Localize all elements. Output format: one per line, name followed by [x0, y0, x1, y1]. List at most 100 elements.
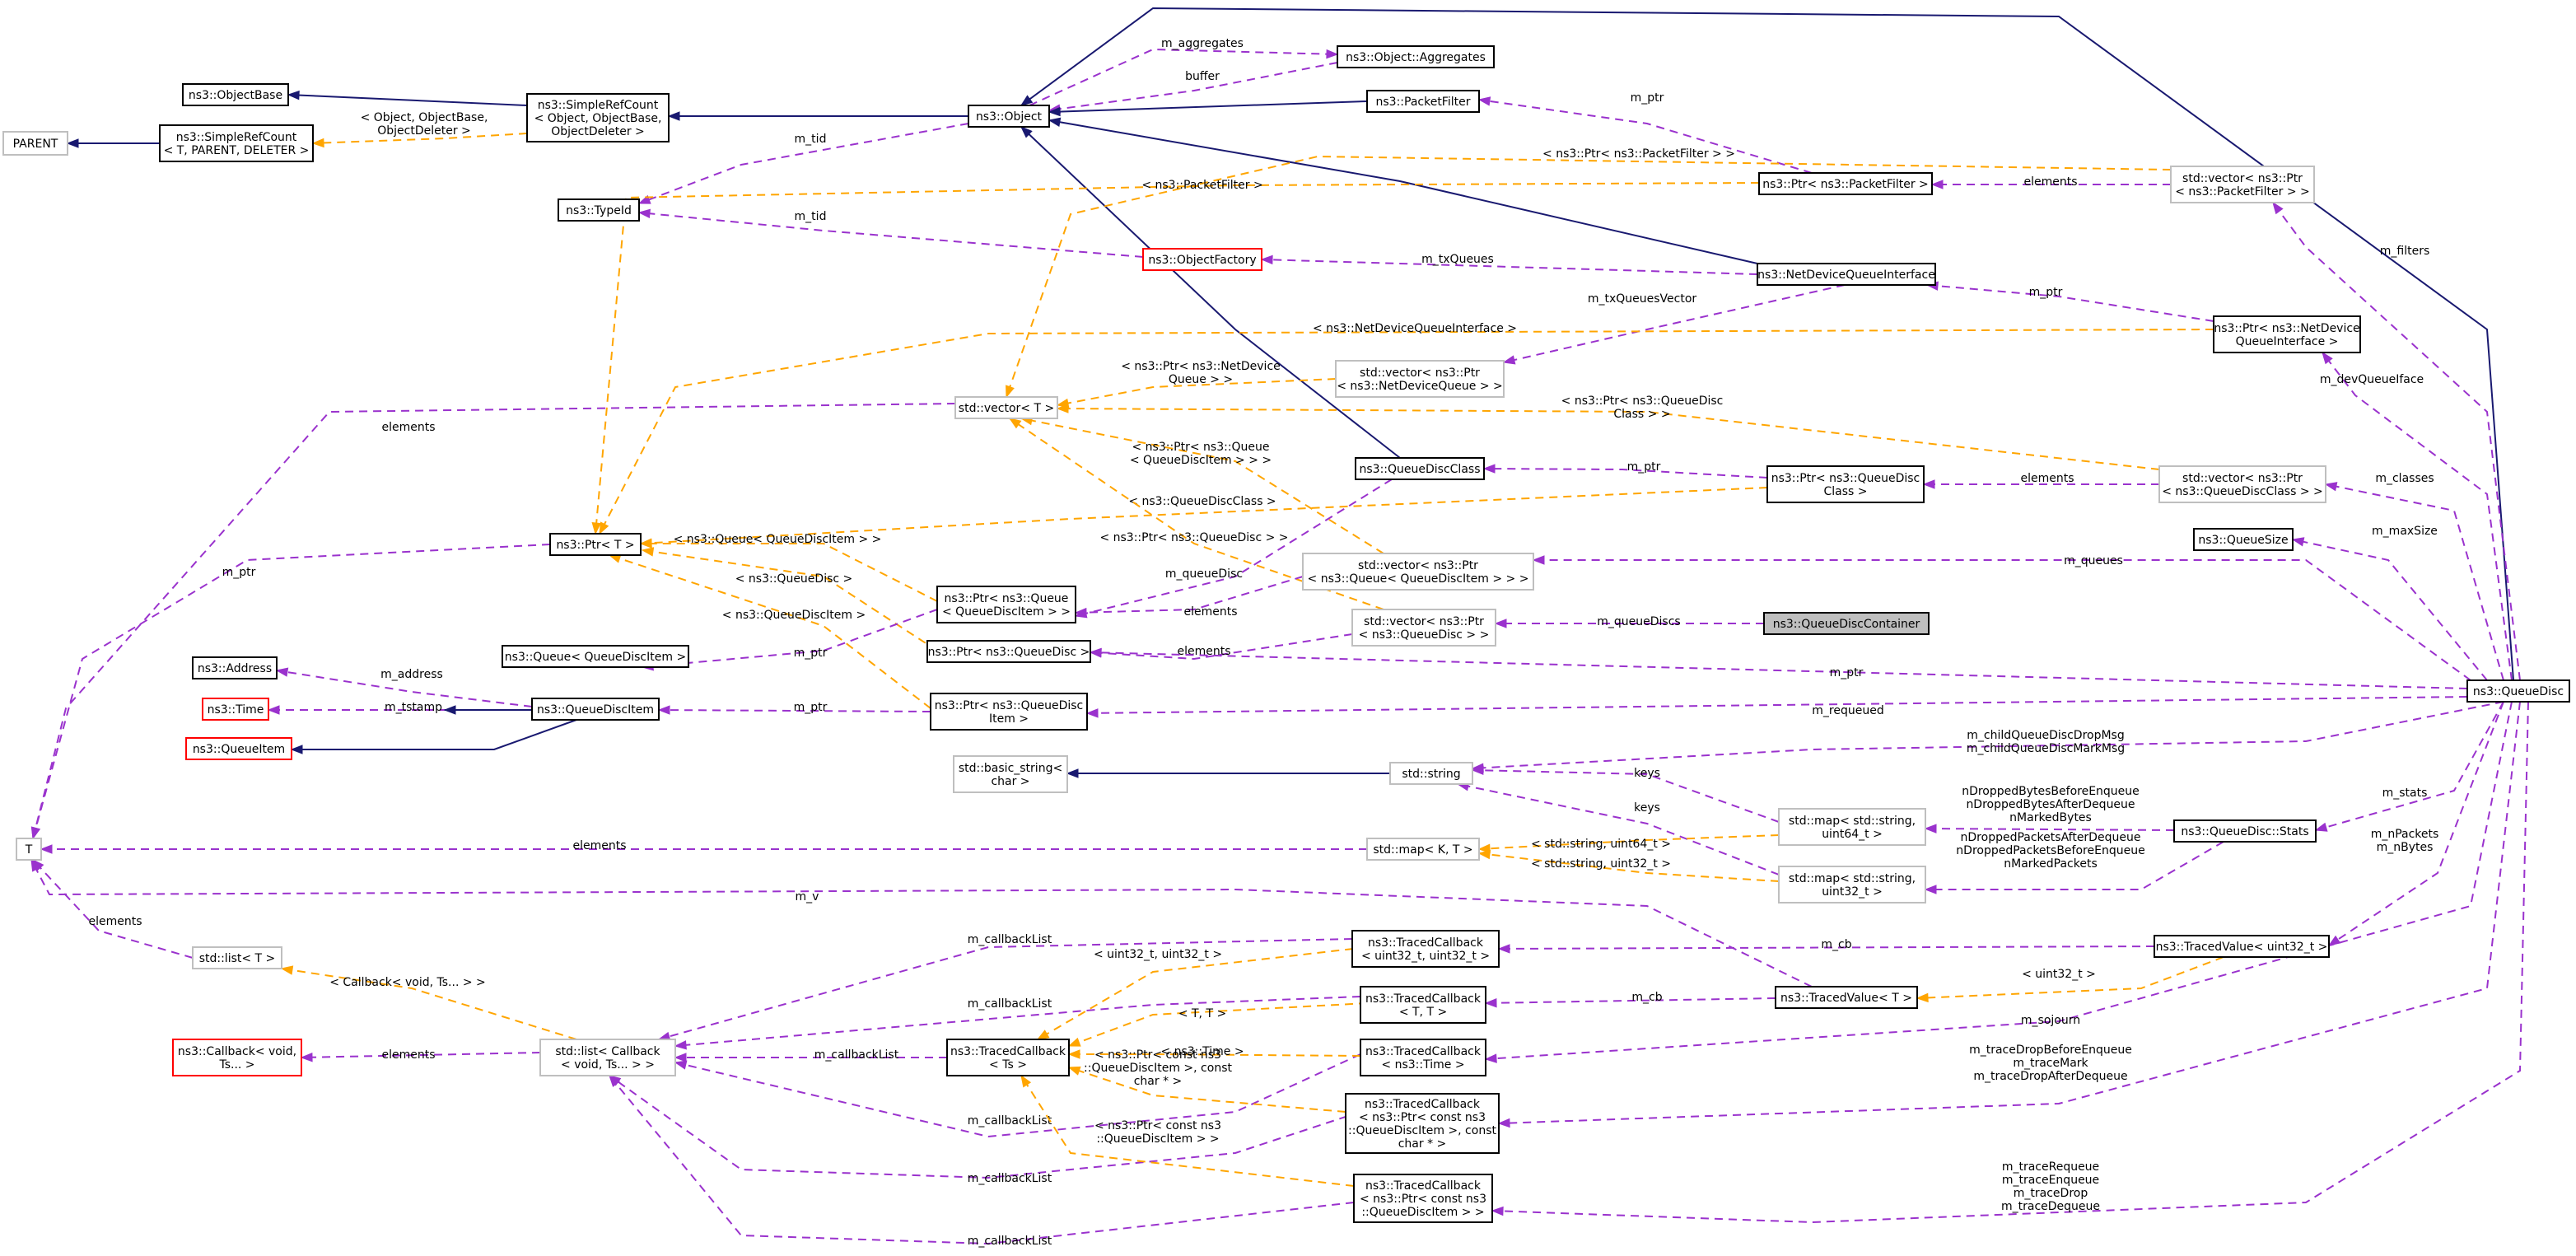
- edge-label: m_maxSize: [2372, 525, 2438, 538]
- class-node-netdeviceqi[interactable]: ns3::NetDeviceQueueInterface: [1757, 263, 1936, 286]
- edge-label: elements: [2023, 175, 2077, 189]
- edge-e52: m_v: [30, 858, 1813, 988]
- class-node-ptrQueue[interactable]: ns3::Ptr< ns3::Queue< QueueDiscItem > >: [936, 586, 1076, 623]
- edge-label: m_cb: [1821, 938, 1851, 951]
- class-node-vecPtrNdq[interactable]: std::vector< ns3::Ptr< ns3::NetDeviceQue…: [1335, 360, 1505, 398]
- node-label: ::QueueDiscItem > >: [1361, 1206, 1484, 1219]
- class-node-vectorT[interactable]: std::vector< T >: [954, 396, 1058, 419]
- arrowhead-icon: [1006, 385, 1015, 399]
- edge-line: [2328, 701, 2504, 946]
- class-node-objectbase[interactable]: ns3::ObjectBase: [182, 83, 289, 106]
- class-node-srcObj[interactable]: ns3::SimpleRefCount< Object, ObjectBase,…: [526, 93, 670, 142]
- class-node-queuediscitem[interactable]: ns3::QueueDiscItem: [531, 698, 660, 721]
- class-node-queuedisc[interactable]: ns3::QueueDisc: [2466, 679, 2570, 703]
- class-node-queueitem[interactable]: ns3::QueueItem: [185, 737, 292, 760]
- class-node-queueQdi[interactable]: ns3::Queue< QueueDiscItem >: [502, 645, 689, 668]
- edge-line: [658, 938, 1353, 1040]
- edge-e24: elements: [1922, 472, 2159, 489]
- edge-label: m_filters: [2380, 245, 2430, 258]
- class-node-tracedvalueU32[interactable]: ns3::TracedValue< uint32_t >: [2154, 935, 2330, 958]
- class-node-vecPtrPacketFilter[interactable]: std::vector< ns3::Ptr< ns3::PacketFilter…: [2170, 166, 2315, 203]
- class-node-object[interactable]: ns3::Object: [968, 105, 1050, 128]
- edge-label: < ns3::Ptr< ns3::QueueDisc > >: [1099, 531, 1288, 544]
- arrowhead-icon: [1067, 1037, 1081, 1047]
- class-node-tracedvalueT[interactable]: ns3::TracedValue< T >: [1775, 986, 1918, 1009]
- class-node-tcTT[interactable]: ns3::TracedCallback< T, T >: [1360, 986, 1486, 1024]
- class-node-vecPtrQdc[interactable]: std::vector< ns3::Ptr< ns3::QueueDiscCla…: [2158, 465, 2326, 503]
- edge-label: < std::string, uint64_t >: [1531, 838, 1671, 851]
- arrowhead-icon: [1502, 355, 1516, 365]
- edge-e77: m_stats: [2314, 701, 2504, 832]
- edge-label: m_callbackList: [968, 1235, 1052, 1248]
- arrowhead-icon: [1326, 49, 1339, 59]
- node-label: < ns3::Time >: [1381, 1058, 1464, 1072]
- arrowhead-icon: [280, 965, 294, 975]
- class-node-parent[interactable]: PARENT: [2, 131, 68, 156]
- node-label: < Object, ObjectBase,: [534, 112, 662, 125]
- class-node-typeid[interactable]: ns3::TypeId: [558, 198, 640, 222]
- node-label: ns3::Ptr< ns3::Queue: [945, 592, 1069, 605]
- class-node-qdcontainer[interactable]: ns3::QueueDiscContainer: [1763, 612, 1930, 635]
- class-node-objectfactory[interactable]: ns3::ObjectFactory: [1142, 248, 1262, 271]
- class-node-ptrQd[interactable]: ns3::Ptr< ns3::QueueDisc >: [926, 640, 1091, 663]
- class-node-ptrQdi[interactable]: ns3::Ptr< ns3::QueueDiscItem >: [930, 693, 1088, 731]
- class-node-vecPtrQueue[interactable]: std::vector< ns3::Ptr< ns3::Queue< Queue…: [1302, 553, 1534, 591]
- class-node-basicstring[interactable]: std::basic_string<char >: [953, 755, 1068, 793]
- class-node-tcU32[interactable]: ns3::TracedCallback< uint32_t, uint32_t …: [1351, 930, 1500, 968]
- edge-line: [1048, 119, 1758, 264]
- edge-label: m_stats: [2382, 787, 2428, 800]
- class-node-listT[interactable]: std::list< T >: [192, 946, 282, 969]
- arrowhead-icon: [1477, 96, 1491, 106]
- class-node-callback[interactable]: ns3::Callback< void,Ts... >: [172, 1039, 302, 1076]
- class-node-queuediscclass[interactable]: ns3::QueueDiscClass: [1355, 457, 1485, 480]
- edge-e63: m_callbackList: [608, 1075, 1361, 1185]
- class-node-tcQdiChar[interactable]: ns3::TracedCallback< ns3::Ptr< const ns3…: [1345, 1093, 1500, 1154]
- node-label: ns3::TracedCallback: [1365, 992, 1482, 1006]
- class-node-ptrNdqi[interactable]: ns3::Ptr< ns3::NetDeviceQueueInterface >: [2213, 315, 2361, 353]
- class-node-address[interactable]: ns3::Address: [192, 656, 278, 679]
- edge-label: m_ptr: [794, 647, 828, 660]
- class-node-srcT[interactable]: ns3::SimpleRefCount< T, PARENT, DELETER …: [159, 124, 314, 162]
- node-label: std::vector< ns3::Ptr: [1364, 615, 1484, 628]
- edge-e29: < ns3::QueueDisc >: [641, 547, 938, 651]
- edge-label: nMarkedBytes: [2009, 811, 2092, 824]
- arrowhead-icon: [637, 208, 651, 219]
- class-node-vecPtrQd[interactable]: std::vector< ns3::Ptr< ns3::QueueDisc > …: [1351, 609, 1496, 647]
- edge-e27: m_ptr: [31, 544, 551, 840]
- class-node-ptrQdc[interactable]: ns3::Ptr< ns3::QueueDiscClass >: [1766, 465, 1925, 503]
- class-node-stdstring[interactable]: std::string: [1389, 762, 1473, 785]
- node-label: ns3::Ptr< ns3::PacketFilter >: [1762, 178, 1929, 191]
- node-label: ns3::Ptr< ns3::NetDevice: [2214, 322, 2359, 335]
- class-node-tcQdi[interactable]: ns3::TracedCallback< ns3::Ptr< const ns3…: [1353, 1174, 1493, 1223]
- arrowhead-icon: [674, 1053, 687, 1062]
- edge-label: < uint32_t, uint32_t >: [1094, 948, 1222, 961]
- class-node-tcTime[interactable]: ns3::TracedCallback< ns3::Time >: [1360, 1039, 1486, 1076]
- class-node-ptrT[interactable]: ns3::Ptr< T >: [549, 533, 642, 556]
- class-node-packetfilter[interactable]: ns3::PacketFilter: [1366, 90, 1480, 113]
- edge-label: m_txQueues: [1421, 253, 1494, 266]
- class-node-listCallback[interactable]: std::list< Callback< void, Ts... > >: [539, 1039, 676, 1076]
- edge-label: < ns3::Ptr< ns3::NetDevice: [1121, 360, 1281, 373]
- class-node-ptrPacketFilter[interactable]: ns3::Ptr< ns3::PacketFilter >: [1758, 172, 1933, 195]
- edge-label: m_queueDiscs: [1597, 615, 1680, 628]
- class-node-aggregates[interactable]: ns3::Object::Aggregates: [1337, 45, 1495, 68]
- edge-e19: m_ptr: [1925, 281, 2214, 322]
- edge-e17: m_txQueues: [1260, 253, 1758, 275]
- edge-e44: [1066, 768, 1390, 778]
- edge-line: [1485, 997, 1776, 1004]
- class-node-stats[interactable]: ns3::QueueDisc::Stats: [2173, 819, 2317, 843]
- node-label: < ns3::NetDeviceQueue > >: [1337, 380, 1503, 393]
- node-label: ns3::ObjectBase: [189, 89, 282, 102]
- edge-line: [1090, 651, 2468, 689]
- node-label: ns3::Address: [198, 662, 272, 675]
- class-node-mapU64[interactable]: std::map< std::string,uint64_t >: [1778, 808, 1926, 846]
- class-node-time[interactable]: ns3::Time: [202, 698, 269, 721]
- class-node-mapU32[interactable]: std::map< std::string,uint32_t >: [1778, 866, 1926, 903]
- edge-label: m_traceDrop: [2014, 1187, 2088, 1200]
- edge-label: m_v: [796, 890, 819, 903]
- class-node-T[interactable]: T: [16, 838, 42, 861]
- class-node-tcTs[interactable]: ns3::TracedCallback< Ts >: [946, 1039, 1070, 1076]
- node-label: ns3::TracedValue< T >: [1780, 992, 1912, 1005]
- class-node-queuesize[interactable]: ns3::QueueSize: [2193, 528, 2294, 551]
- class-node-mapKT[interactable]: std::map< K, T >: [1366, 838, 1480, 861]
